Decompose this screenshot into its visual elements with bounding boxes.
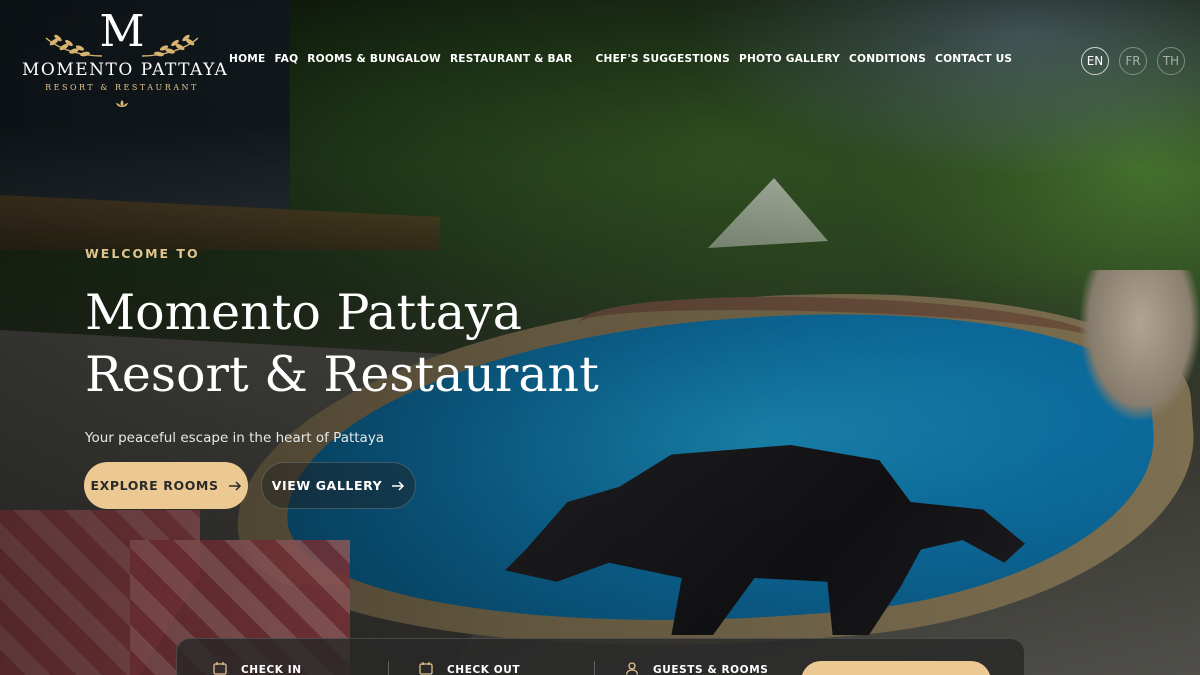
nav-item-restaurant[interactable]: RESTAURANT & BAR [450,53,573,65]
nav-item-contact[interactable]: CONTACT US [935,53,1012,65]
view-gallery-label: VIEW GALLERY [271,478,383,493]
nav-item-conditions[interactable]: CONDITIONS [849,53,926,65]
logo-name: MOMENTO PATTAYA [22,60,229,80]
main-navigation: HOME FAQ ROOMS & BUNGALOW RESTAURANT & B… [229,53,1012,65]
language-en-button[interactable]: EN [1081,47,1109,75]
laurel-icon [141,34,199,57]
hero-title: Momento Pattaya Resort & Restaurant [85,282,605,406]
lotus-icon [116,100,128,107]
nav-item-rooms[interactable]: ROOMS & BUNGALOW [307,53,441,65]
check-out-field[interactable]: CHECK OUT [419,659,520,675]
arrow-right-icon [392,480,405,491]
explore-rooms-label: EXPLORE ROOMS [90,478,219,493]
booking-divider [388,661,389,675]
nav-item-chefs-suggestions[interactable]: CHEF'S SUGGESTIONS [596,53,730,65]
view-gallery-button[interactable]: VIEW GALLERY [261,462,416,509]
hero-title-line-1: Momento Pattaya [85,284,522,341]
check-availability-button[interactable] [801,661,991,675]
guests-rooms-field[interactable]: GUESTS & ROOMS [625,659,768,675]
logo-subtitle: RESORT & RESTAURANT [45,83,199,92]
explore-rooms-button[interactable]: EXPLORE ROOMS [84,462,248,509]
nav-item-home[interactable]: HOME [229,53,265,65]
nav-item-photo-gallery[interactable]: PHOTO GALLERY [739,53,840,65]
user-icon [625,662,639,675]
check-in-field[interactable]: CHECK IN [213,659,302,675]
check-out-label: CHECK OUT [447,664,521,675]
booking-divider [594,661,595,675]
hero-tagline: Your peaceful escape in the heart of Pat… [85,430,385,446]
booking-bar: CHECK IN CHECK OUT GUESTS & ROOMS [176,638,1025,675]
site-logo[interactable]: M MOMENTO PATTAYA RESORT & RESTAURANT [22,10,229,107]
hero-eyebrow: WELCOME TO [85,246,200,261]
language-th-button[interactable]: TH [1157,47,1185,75]
check-in-label: CHECK IN [241,664,302,675]
guests-rooms-label: GUESTS & ROOMS [653,664,769,675]
arrow-right-icon [228,480,241,491]
hero-title-line-2: Resort & Restaurant [85,346,599,403]
nav-item-faq[interactable]: FAQ [274,53,298,65]
language-fr-button[interactable]: FR [1119,47,1147,75]
calendar-icon [419,662,433,675]
laurel-icon [45,34,103,57]
calendar-icon [213,662,227,675]
